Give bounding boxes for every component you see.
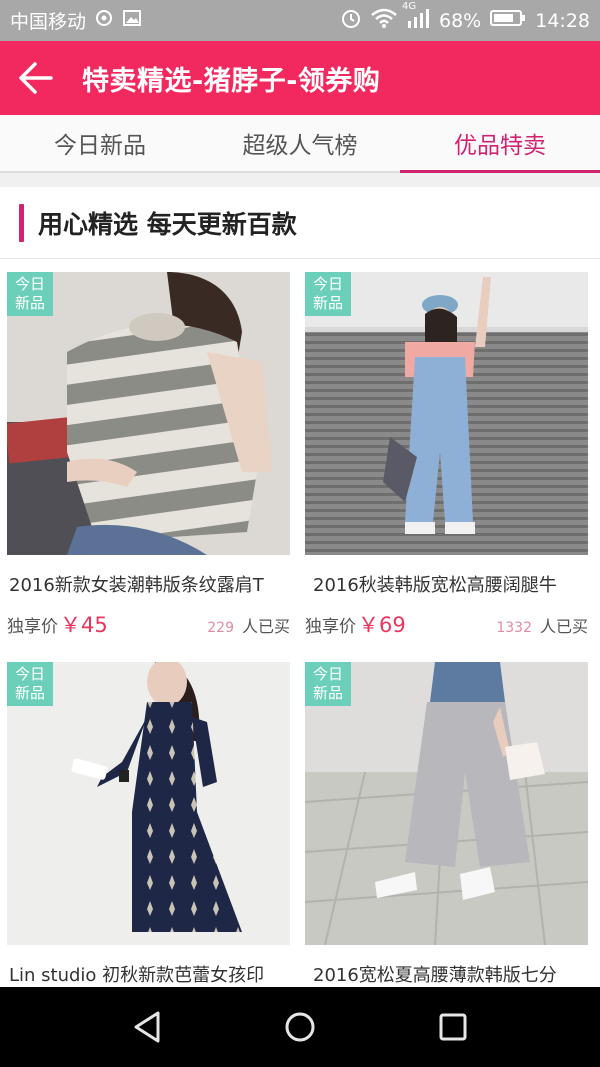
price-label: 独享价	[7, 617, 58, 637]
badge-line: 新品	[14, 684, 45, 702]
sold-label: 人已买	[539, 617, 588, 636]
product-image: 今日 新品	[305, 662, 588, 945]
arrow-left-icon	[19, 62, 53, 94]
price-label: 独享价	[305, 617, 356, 637]
section-title: 用心精选 每天更新百款	[38, 209, 297, 239]
badge-line: 今日	[14, 665, 45, 683]
tab-super-popular[interactable]: 超级人气榜	[200, 115, 400, 171]
product-card[interactable]: 今日 新品 2016秋装韩版宽松高腰阔腿牛 独享价 ￥69 1332 人已买	[305, 272, 588, 639]
tab-premium-sale[interactable]: 优品特卖	[400, 115, 600, 173]
system-nav-bar	[0, 987, 600, 1067]
hd-voice-icon	[94, 8, 114, 33]
square-recents-icon	[439, 1013, 467, 1041]
triangle-back-icon	[134, 1011, 160, 1043]
product-meta: 独享价 ￥45 229 人已买	[7, 609, 290, 639]
image-icon	[122, 8, 142, 33]
back-button[interactable]	[0, 41, 70, 115]
product-meta: 独享价 ￥69 1332 人已买	[305, 609, 588, 639]
app-root: 中国移动 4G 68% 14:28 特卖精选-猪脖子-领券购 今日新品 超级人气…	[0, 0, 600, 1067]
badge-line: 新品	[312, 294, 343, 312]
sold-count: 229	[207, 620, 234, 636]
tab-label: 超级人气榜	[242, 133, 358, 159]
new-badge: 今日 新品	[7, 662, 53, 706]
badge-line: 新品	[14, 294, 45, 312]
carrier-label: 中国移动	[10, 11, 87, 33]
wifi-icon	[371, 8, 397, 33]
app-header: 特卖精选-猪脖子-领券购	[0, 41, 600, 115]
product-image: 今日 新品	[305, 272, 588, 555]
tab-label: 优品特卖	[454, 133, 546, 159]
badge-line: 今日	[14, 275, 45, 293]
sold-count: 1332	[496, 620, 532, 636]
signal-icon: 4G	[402, 1, 430, 34]
tab-today-new[interactable]: 今日新品	[0, 115, 200, 171]
badge-line: 新品	[312, 684, 343, 702]
product-price: ￥69	[358, 613, 406, 637]
badge-line: 今日	[312, 665, 343, 683]
product-name: Lin studio 初秋新款芭蕾女孩印	[9, 965, 265, 986]
circle-home-icon	[285, 1012, 315, 1042]
section-divider	[0, 173, 600, 187]
product-image: 今日 新品	[7, 662, 290, 945]
product-name: 2016宽松夏高腰薄款韩版七分	[313, 965, 557, 986]
product-image: 今日 新品	[7, 272, 290, 555]
nav-home-button[interactable]	[270, 997, 330, 1057]
nav-back-button[interactable]	[117, 997, 177, 1057]
tab-label: 今日新品	[54, 133, 146, 159]
new-badge: 今日 新品	[305, 272, 351, 316]
status-bar: 中国移动 4G 68% 14:28	[0, 0, 600, 41]
product-card[interactable]: 今日 新品 2016新款女装潮韩版条纹露肩T 独享价 ￥45 229 人已买	[7, 272, 290, 639]
product-card[interactable]: 今日 新品 2016宽松夏高腰薄款韩版七分	[305, 662, 588, 987]
clock: 14:28	[535, 9, 590, 32]
alarm-icon	[340, 7, 362, 34]
new-badge: 今日 新品	[7, 272, 53, 316]
product-name: 2016新款女装潮韩版条纹露肩T	[9, 575, 264, 596]
product-card[interactable]: 今日 新品 Lin studio 初秋新款芭蕾女孩印	[7, 662, 290, 987]
section-header: 用心精选 每天更新百款	[0, 187, 600, 259]
sold-label: 人已买	[241, 617, 290, 636]
network-type-label: 4G	[402, 1, 417, 12]
battery-percent: 68%	[439, 9, 482, 32]
badge-line: 今日	[312, 275, 343, 293]
battery-icon	[490, 8, 526, 33]
product-price: ￥45	[60, 613, 108, 637]
product-name: 2016秋装韩版宽松高腰阔腿牛	[313, 575, 557, 596]
new-badge: 今日 新品	[305, 662, 351, 706]
tab-bar: 今日新品 超级人气榜 优品特卖	[0, 115, 600, 173]
section-accent-bar	[19, 203, 24, 242]
nav-recents-button[interactable]	[423, 997, 483, 1057]
page-title: 特卖精选-猪脖子-领券购	[82, 65, 381, 97]
